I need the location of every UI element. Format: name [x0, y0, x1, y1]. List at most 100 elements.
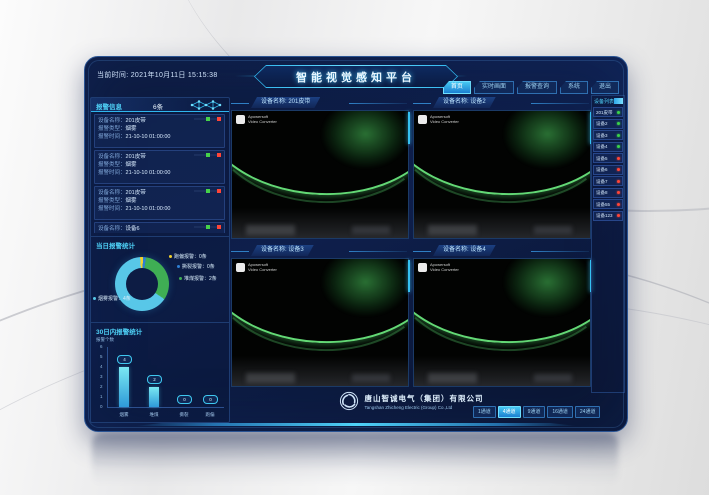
nav-button[interactable]: 报警查询 — [517, 81, 557, 94]
video-feed[interactable]: ApowersoftVideo Converter — [413, 258, 591, 387]
nav-button[interactable]: 系统 — [560, 81, 588, 94]
alarm-indicator — [194, 190, 220, 192]
today-stats-section: 当日报警统计 烟雾报警：4条堆煤报警：2条撕裂报警：0条跑偏报警：0条 — [91, 236, 229, 322]
alarm-field-label: 报警时间： — [98, 134, 126, 140]
watermark-text: ApowersoftVideo Converter — [430, 263, 459, 272]
alarm-list: 设备名称：201皮带报警类型：烟雾报警时间：21-10-10 01:00:00设… — [94, 114, 225, 233]
device-list-item[interactable]: 设备5 — [593, 153, 623, 163]
device-list-item[interactable]: 设备4 — [593, 142, 623, 152]
device-list-item[interactable]: 设备3 — [593, 130, 623, 140]
offline-status-dot — [617, 157, 620, 160]
belt-laser-line-secondary — [231, 110, 409, 209]
channel-button[interactable]: 9通道 — [523, 406, 546, 418]
donut-label-text: 烟雾报警：4条 — [98, 295, 131, 302]
alarm-count-badge: 6条 — [153, 101, 163, 111]
alarm-field-label: 报警类型： — [98, 162, 126, 168]
x-axis-label: 跑偏 — [206, 412, 215, 418]
watermark-text: ApowersoftVideo Converter — [430, 115, 459, 124]
y-axis-tick: 1 — [100, 394, 103, 400]
dashboard-reflection — [92, 433, 618, 485]
watermark-line2: Video Converter — [430, 120, 459, 125]
donut-chart — [115, 257, 169, 311]
alarm-field-label: 报警类型： — [98, 198, 126, 204]
alarm-field-value: 201皮带 — [126, 118, 146, 124]
device-list-item[interactable]: 设备7 — [593, 176, 623, 186]
offline-status-dot — [617, 203, 620, 206]
donut-label: 烟雾报警：4条 — [93, 295, 131, 302]
video-panel-header: 设备名称: 设备2 — [413, 97, 591, 109]
nav-buttons: 首页实时画面报警查询系统退出 — [443, 81, 619, 94]
channel-button[interactable]: 4通道 — [498, 406, 521, 418]
alarm-field-label: 报警类型： — [98, 126, 126, 132]
bar-value-bubble: 2 — [147, 375, 162, 384]
x-axis-label: 堆煤 — [150, 412, 159, 418]
alarm-field: 报警时间：21-10-10 01:00:00 — [98, 133, 221, 141]
machinery-silhouette — [232, 356, 408, 386]
belt-laser-line-secondary — [413, 258, 591, 357]
alarm-field-label: 报警时间： — [98, 206, 126, 212]
device-name: 设备55 — [596, 202, 610, 208]
watermark-line2: Video Converter — [248, 120, 277, 125]
bar — [149, 387, 159, 407]
device-list-item[interactable]: 设备123 — [593, 211, 623, 221]
video-title: 设备名称: 201皮带 — [251, 97, 320, 108]
device-list-item[interactable]: 设备6 — [593, 165, 623, 175]
device-list-item[interactable]: 设备8 — [593, 188, 623, 198]
legend-color-dot — [93, 297, 96, 300]
page-title: 智能视觉感知平台 — [255, 66, 457, 87]
device-list-item[interactable]: 设备55 — [593, 199, 623, 209]
bar — [119, 367, 129, 407]
alarm-field-value: 烟雾 — [126, 126, 137, 132]
alarm-field-label: 设备名称： — [98, 118, 126, 124]
legend-color-dot — [177, 265, 180, 268]
dashboard-window: 当前时间: 2021年10月11日 15:15:38 智能视觉感知平台 首页实时… — [84, 56, 628, 432]
watermark-text: ApowersoftVideo Converter — [248, 115, 277, 124]
alarm-field-label: 设备名称： — [98, 226, 126, 232]
video-panel-header: 设备名称: 设备3 — [231, 245, 409, 257]
company-name-cn: 唐山智诚电气（集团）有限公司 — [365, 393, 484, 404]
cyan-accent-bar — [408, 112, 410, 144]
video-feed[interactable]: ApowersoftVideo Converter — [231, 258, 409, 387]
y-axis-tick: 3 — [100, 374, 103, 380]
video-feed[interactable]: ApowersoftVideo Converter — [231, 110, 409, 239]
alarm-card[interactable]: 设备名称：201皮带报警类型：烟雾报警时间：21-10-10 01:00:00 — [94, 150, 225, 184]
watermark-line2: Video Converter — [430, 268, 459, 273]
device-name: 设备7 — [596, 179, 608, 185]
channel-button[interactable]: 16通道 — [547, 406, 573, 418]
cyan-accent-bar — [408, 260, 410, 292]
offline-status-dot — [617, 168, 620, 171]
offline-status-dot — [617, 180, 620, 183]
device-list-item[interactable]: 设备2 — [593, 119, 623, 129]
channel-button[interactable]: 24通道 — [575, 406, 601, 418]
device-list-panel: 设备列表 201皮带设备2设备3 设备4设备5 设备6 设备7 设备8 设备55 设备123 — [591, 95, 625, 393]
alarm-card[interactable]: 设备名称：设备6报警类型：堆煤报警时间：21-10-10 01:00:00 — [94, 222, 225, 233]
alarm-panel-title: 报警信息 — [96, 101, 122, 111]
device-list-title: 设备列表 — [594, 98, 614, 105]
video-feed[interactable]: ApowersoftVideo Converter — [413, 110, 591, 239]
nav-button[interactable]: 实时画面 — [474, 81, 514, 94]
device-list-tab[interactable] — [614, 98, 623, 104]
alarm-field-value: 201皮带 — [126, 190, 146, 196]
video-panel: 设备名称: 设备3 ApowersoftVideo Converter — [231, 245, 409, 387]
y-axis-label: 报警个数 — [96, 337, 114, 343]
title-banner: 智能视觉感知平台 — [254, 65, 458, 88]
watermark-text: ApowersoftVideo Converter — [248, 263, 277, 272]
device-list-item[interactable]: 201皮带 — [593, 107, 623, 117]
monthly-stats-section: 30日内报警统计 报警个数 01234564烟雾2堆煤0撕裂0跑偏 — [91, 322, 229, 423]
legend-color-dot — [179, 277, 182, 280]
channel-buttons: 1通道4通道9通道16通道24通道 — [473, 406, 600, 418]
device-list: 201皮带设备2设备3 设备4设备5 设备6 设备7 设备8 设备55 设备123 — [593, 107, 623, 221]
alarm-card[interactable]: 设备名称：201皮带报警类型：烟雾报警时间：21-10-10 01:00:00 — [94, 186, 225, 220]
nav-button[interactable]: 首页 — [443, 81, 471, 94]
monthly-stats-title: 30日内报警统计 — [96, 326, 142, 336]
machinery-silhouette — [232, 208, 408, 238]
alarm-card[interactable]: 设备名称：201皮带报警类型：烟雾报警时间：21-10-10 01:00:00 — [94, 114, 225, 148]
nav-button[interactable]: 退出 — [591, 81, 619, 94]
y-axis-tick: 4 — [100, 364, 103, 370]
y-axis-tick: 6 — [100, 344, 103, 350]
channel-button[interactable]: 1通道 — [473, 406, 496, 418]
online-status-dot — [617, 111, 620, 114]
x-axis-label: 撕裂 — [180, 412, 189, 418]
bar-value-bubble: 0 — [203, 395, 218, 404]
donut-label: 堆煤报警：2条 — [179, 275, 217, 282]
